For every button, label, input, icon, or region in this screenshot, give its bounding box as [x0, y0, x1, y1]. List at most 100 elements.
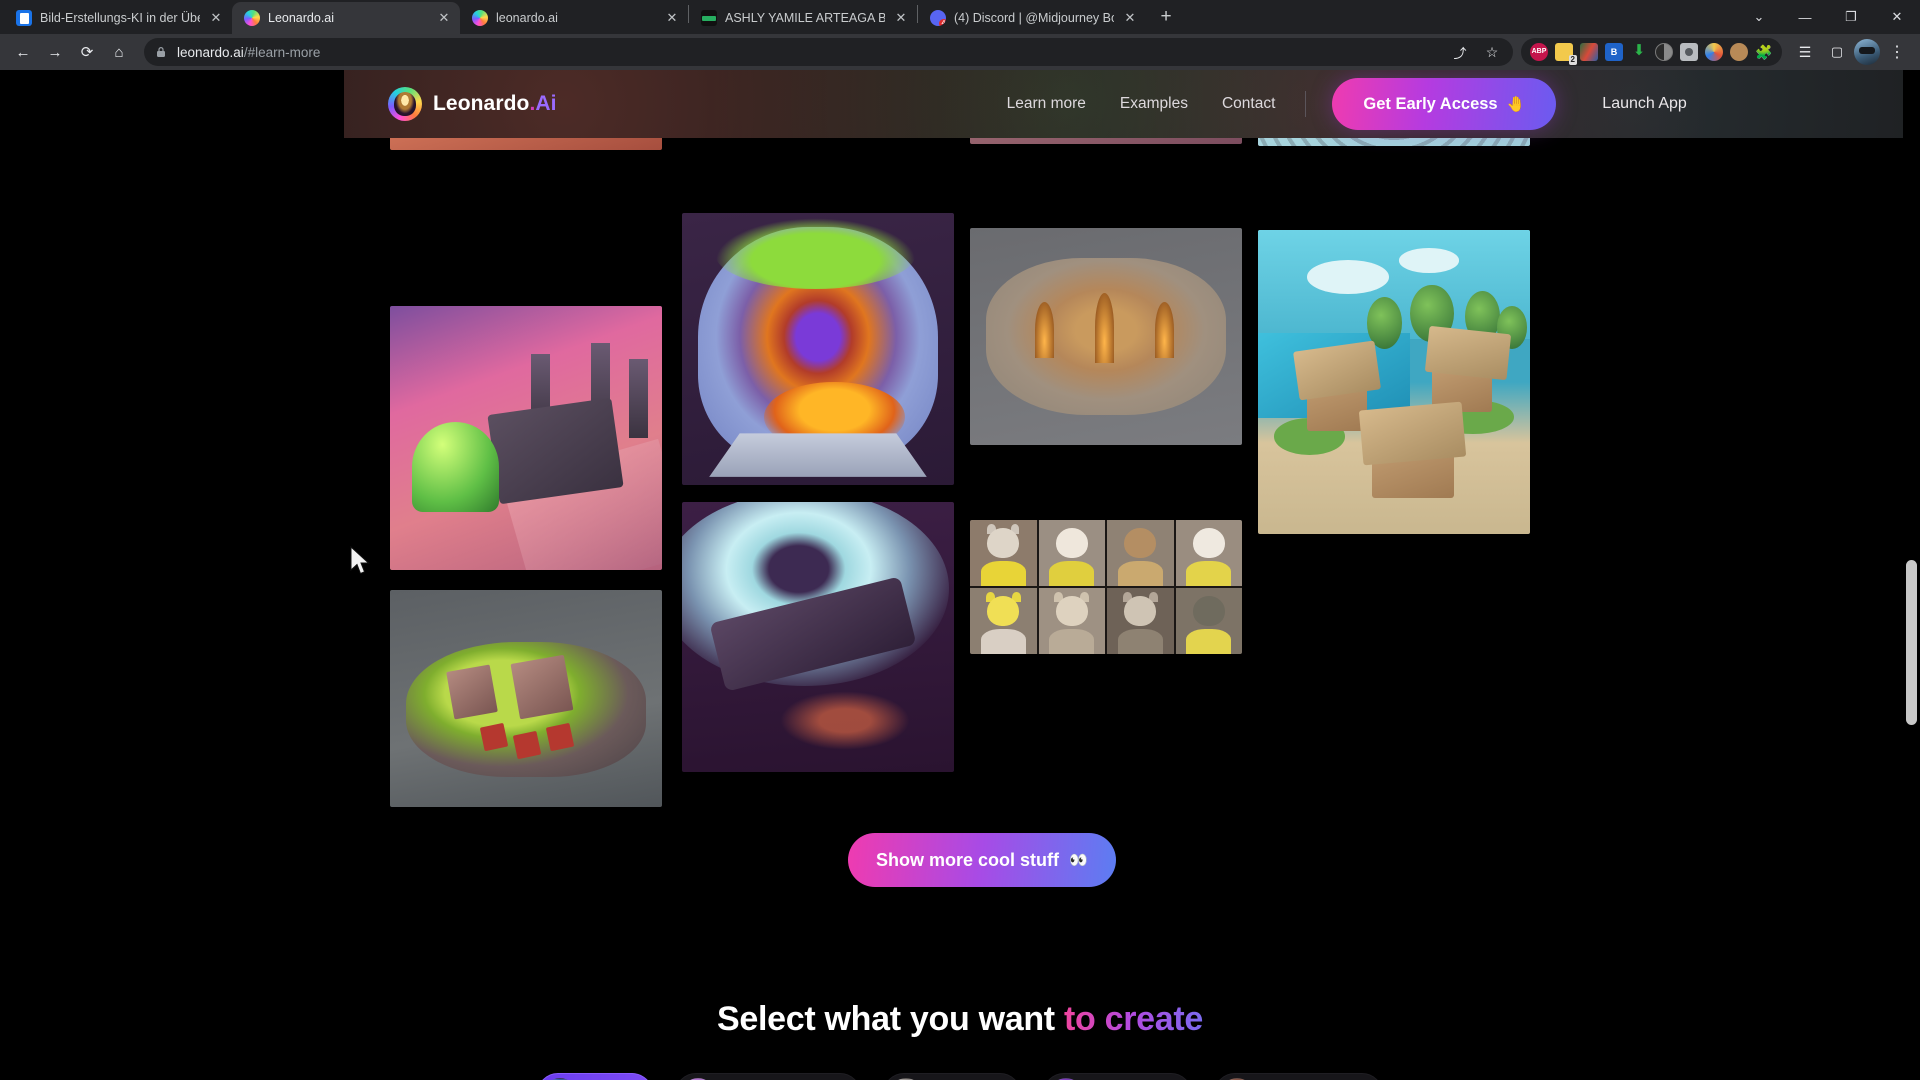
crystal-crater-diorama-thumb[interactable] [682, 213, 954, 485]
url-path: /#learn-more [243, 44, 321, 60]
brand-name: Leonardo.Ai [433, 92, 557, 116]
three-dots-menu-icon[interactable]: ⋮ [1882, 37, 1912, 67]
portrait-cell [1107, 588, 1174, 654]
leonardo-icon [244, 10, 260, 26]
mossy-village-island-thumb[interactable] [390, 590, 662, 807]
tab-search-icon[interactable]: ⌄ [1736, 0, 1782, 34]
dark-mode-extension-icon[interactable] [1655, 43, 1673, 61]
browser-tab-4[interactable]: 4 (4) Discord | @Midjourney Bot ✕ [918, 2, 1146, 34]
back-icon[interactable]: ← [8, 37, 38, 67]
category-pill-items[interactable]: Items [536, 1073, 654, 1080]
portrait-cell [1175, 520, 1242, 586]
extensions-cluster: ABP 2 B ⬇ 🧩 [1521, 38, 1782, 66]
nav-link-examples[interactable]: Examples [1120, 95, 1188, 113]
home-icon[interactable]: ⌂ [104, 37, 134, 67]
docs-icon [16, 10, 32, 26]
brand-logo-group[interactable]: Leonardo.Ai [388, 87, 557, 121]
sci-fi-dome-city-thumb[interactable] [390, 306, 662, 570]
browser-toolbar: ← → ⟳ ⌂ leonardo.ai/#learn-more ⤴ ☆ ABP … [0, 34, 1920, 70]
page-title-gradient: to create [1063, 1000, 1204, 1038]
brand-name-main: Leonardo [433, 92, 530, 115]
browser-window: Bild-Erstellungs-KI in der Übersic ✕ Leo… [0, 0, 1920, 1080]
side-panel-icon[interactable]: ▢ [1822, 37, 1852, 67]
cookie-extension-icon[interactable] [1730, 43, 1748, 61]
category-pill-environments[interactable]: Environments [675, 1073, 861, 1080]
blue-b-extension-icon[interactable]: B [1605, 43, 1623, 61]
puzzle-extensions-icon[interactable]: 🧩 [1755, 43, 1773, 61]
close-icon[interactable]: ✕ [664, 10, 680, 26]
close-icon[interactable]: ✕ [893, 10, 909, 26]
nav-link-contact[interactable]: Contact [1222, 95, 1275, 113]
category-pill-list: Items Environments Helmets Buildings Con… [0, 1073, 1920, 1080]
maximize-icon[interactable]: ❐ [1828, 0, 1874, 34]
riverside-cottages-thumb[interactable] [1258, 230, 1530, 534]
scrollbar-thumb[interactable] [1906, 560, 1917, 725]
notes-extension-icon[interactable]: 2 [1555, 43, 1577, 65]
tab-title: leonardo.ai [496, 11, 558, 25]
window-controls: ⌄ — ❐ ✕ [1736, 0, 1920, 34]
hand-icon: 🤚 [1506, 96, 1526, 113]
minimize-icon[interactable]: — [1782, 0, 1828, 34]
tab-title: ASHLY YAMILE ARTEAGA BLANQ [725, 11, 885, 25]
portrait-cell [1038, 520, 1105, 586]
leonardo-logo-icon [388, 87, 422, 121]
browser-tab-0[interactable]: Bild-Erstellungs-KI in der Übersic ✕ [4, 2, 232, 34]
page-scrollbar[interactable] [1903, 70, 1920, 1080]
tab-title: Bild-Erstellungs-KI in der Übersic [40, 11, 200, 25]
screenshot-extension-icon[interactable] [1680, 43, 1698, 61]
profile-avatar[interactable] [1854, 39, 1880, 65]
browser-tab-1[interactable]: Leonardo.ai ✕ [232, 2, 460, 34]
close-icon[interactable]: ✕ [436, 10, 452, 26]
character-portrait-grid-thumb[interactable] [970, 520, 1242, 654]
green-bar-icon [701, 10, 717, 26]
nav-divider [1305, 91, 1307, 117]
omnibox-actions: ⤴ ☆ [1449, 41, 1503, 63]
close-window-icon[interactable]: ✕ [1874, 0, 1920, 34]
page-title-plain: Select what you want [716, 1000, 1055, 1038]
discord-icon: 4 [930, 10, 946, 26]
browser-tab-3[interactable]: ASHLY YAMILE ARTEAGA BLANQ ✕ [689, 2, 917, 34]
download-extension-icon[interactable]: ⬇ [1630, 43, 1648, 61]
share-icon[interactable]: ⤴ [1449, 41, 1471, 63]
lock-icon [157, 47, 165, 57]
adblock-plus-icon[interactable]: ABP [1530, 43, 1548, 61]
close-icon[interactable]: ✕ [208, 10, 224, 26]
category-pill-concept-art[interactable]: Concept Art [1214, 1073, 1384, 1080]
portrait-cell [1038, 588, 1105, 654]
site-nav: Learn more Examples Contact [1007, 95, 1276, 113]
portrait-cell [1175, 588, 1242, 654]
nav-link-learn-more[interactable]: Learn more [1007, 95, 1086, 113]
brand-suffix: Ai [535, 92, 557, 115]
cta-label: Get Early Access [1363, 94, 1498, 113]
show-more-label: Show more cool stuff [876, 849, 1060, 870]
eyes-icon: 👀 [1069, 852, 1088, 869]
star-icon[interactable]: ☆ [1481, 41, 1503, 63]
tab-title: Leonardo.ai [268, 11, 335, 25]
show-more-button[interactable]: Show more cool stuff 👀 [848, 833, 1116, 887]
url-text: leonardo.ai/#learn-more [177, 45, 320, 60]
portrait-cell [1107, 520, 1174, 586]
new-tab-button[interactable]: + [1152, 4, 1180, 32]
page-title: Select what you want to create [0, 1000, 1920, 1039]
leonardo-icon [472, 10, 488, 26]
page-viewport: Show more cool stuff 👀 Select what you w… [0, 70, 1920, 1080]
stone-temple-diorama-thumb[interactable] [970, 228, 1242, 445]
portrait-cell [970, 520, 1037, 586]
url-domain: leonardo.ai [177, 44, 244, 60]
category-pill-buildings[interactable]: Buildings [1042, 1073, 1193, 1080]
site-header: Leonardo.Ai Learn more Examples Contact … [344, 70, 1916, 138]
address-bar[interactable]: leonardo.ai/#learn-more ⤴ ☆ [144, 38, 1513, 66]
ice-cavern-thumb[interactable] [682, 502, 954, 772]
color-picker-icon[interactable] [1580, 43, 1598, 61]
close-icon[interactable]: ✕ [1122, 10, 1138, 26]
colorful-extension-icon[interactable] [1705, 43, 1723, 61]
forward-icon[interactable]: → [40, 37, 70, 67]
reading-list-icon[interactable]: ☰ [1790, 37, 1820, 67]
portrait-cell [970, 588, 1037, 654]
tab-title: (4) Discord | @Midjourney Bot [954, 11, 1114, 25]
get-early-access-button[interactable]: Get Early Access 🤚 [1332, 78, 1557, 130]
launch-app-button[interactable]: Launch App [1602, 95, 1687, 113]
browser-tab-2[interactable]: leonardo.ai ✕ [460, 2, 688, 34]
category-pill-helmets[interactable]: Helmets [882, 1073, 1021, 1080]
reload-icon[interactable]: ⟳ [72, 37, 102, 67]
